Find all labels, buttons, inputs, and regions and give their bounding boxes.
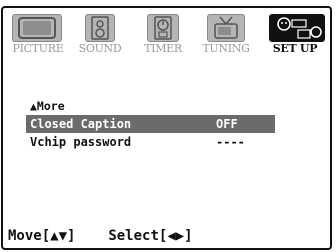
tab-label: SET UP [272, 42, 318, 55]
navigation-hint: Move[▲▼] Select[◀▶] [8, 228, 193, 244]
tab-label: PICTURE [12, 42, 64, 55]
tab-label: TUNING [202, 42, 250, 55]
speaker-icon [85, 14, 115, 42]
menu-item-label: Vchip password [30, 135, 132, 149]
menu-tabs: PICTURE SOUND TIMER TUNING SET UP [6, 12, 330, 55]
setup-icon [269, 14, 325, 42]
tab-tuning[interactable]: TUNING [195, 12, 257, 55]
tab-sound[interactable]: SOUND [71, 12, 129, 55]
tab-setup[interactable]: SET UP [263, 12, 327, 55]
tv-icon [12, 14, 62, 42]
select-hint: Select[◀▶] [108, 228, 193, 244]
menu-item-value: OFF [216, 117, 238, 131]
more-item[interactable]: ▲More [26, 97, 275, 115]
timer-icon [147, 14, 179, 42]
tab-label: SOUND [78, 42, 122, 55]
menu-item-label: Closed Caption [30, 117, 132, 131]
tab-picture[interactable]: PICTURE [6, 12, 70, 55]
tv-osd-screen: PICTURE SOUND TIMER TUNING SET UP ▲More … [0, 0, 336, 252]
tab-label: TIMER [144, 42, 182, 55]
menu-item-value: ---- [216, 135, 245, 149]
menu-item-closed-caption[interactable]: Closed Caption OFF [26, 115, 275, 133]
antenna-tv-icon [207, 14, 245, 42]
tab-timer[interactable]: TIMER [135, 12, 191, 55]
setup-menu: ▲More Closed Caption OFF Vchip password … [26, 97, 275, 151]
move-hint: Move[▲▼] [8, 228, 76, 244]
menu-item-vchip-password[interactable]: Vchip password ---- [26, 133, 275, 151]
